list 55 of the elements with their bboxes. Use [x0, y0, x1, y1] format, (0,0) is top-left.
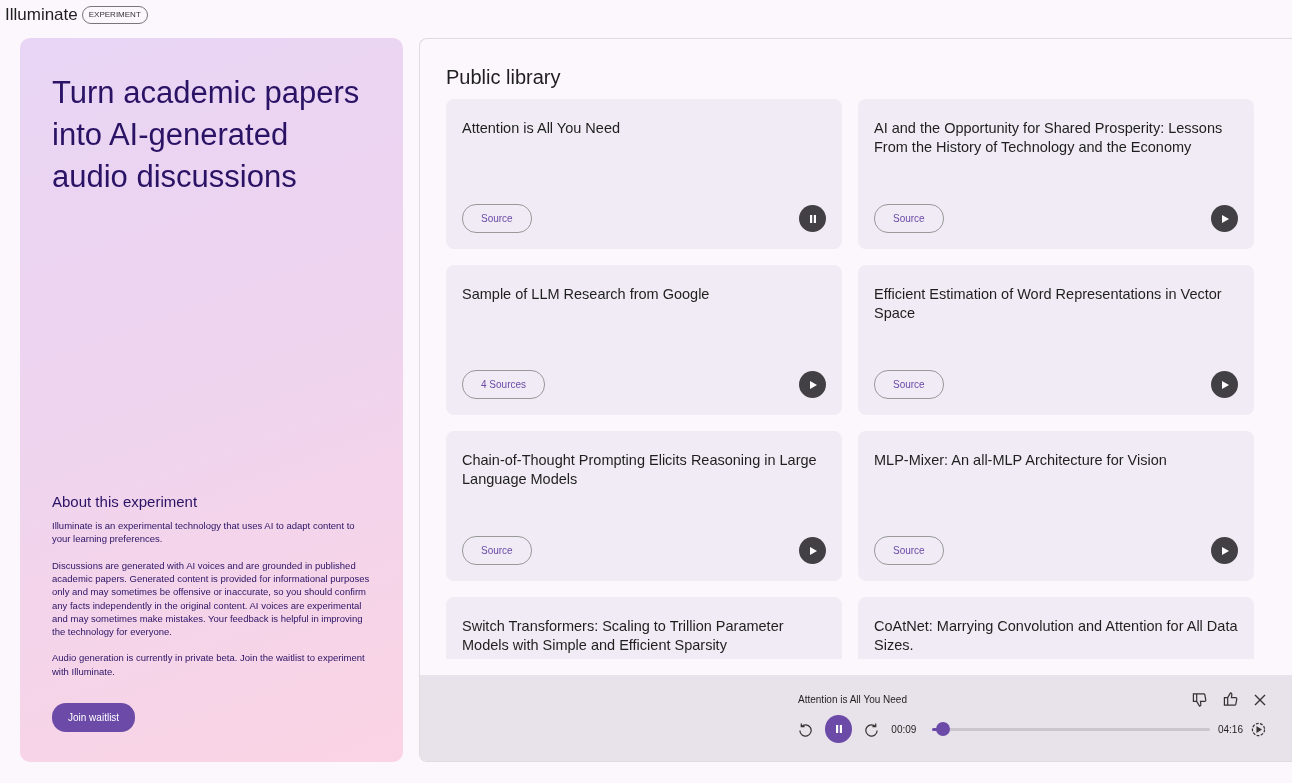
play-icon: [807, 379, 818, 390]
play-icon: [807, 545, 818, 556]
source-button[interactable]: Source: [462, 204, 532, 233]
play-button[interactable]: [1211, 371, 1238, 398]
rewind-icon[interactable]: [798, 721, 813, 737]
about-paragraph: Audio generation is currently in private beta. Join the waitlist to experiment with Illuminate.: [52, 651, 366, 678]
card-title: Switch Transformers: Scaling to Trillion Parameter Models with Simple and Efficient Sparsity: [462, 617, 785, 655]
paper-card[interactable]: Attention is All You Need Source: [446, 99, 842, 249]
slider-thumb[interactable]: [936, 722, 951, 736]
headline: Turn academic papers into AI-generated audio discussions: [52, 74, 361, 196]
card-title: CoAtNet: Marrying Convolution and Attention for All Data Sizes.: [874, 617, 1238, 655]
pause-button[interactable]: [825, 715, 853, 743]
paper-card[interactable]: Sample of LLM Research from Google 4 Sources: [446, 265, 842, 415]
play-button[interactable]: [1211, 537, 1238, 564]
pause-icon: [833, 724, 844, 734]
elapsed-time: 00:09: [891, 722, 917, 737]
join-waitlist-button[interactable]: Join waitlist: [52, 703, 136, 732]
play-button[interactable]: [1211, 205, 1238, 232]
play-button[interactable]: [799, 537, 826, 564]
card-title: Attention is All You Need: [462, 119, 621, 138]
pause-button[interactable]: [799, 205, 826, 232]
close-icon[interactable]: [1254, 693, 1266, 706]
play-icon: [1219, 545, 1230, 556]
about-paragraph: Discussions are generated with AI voices and are grounded in published academic papers. Generated content is provided for informational purposes only and may sometimes be offensive or inaccurate, so you should confirm any facts independently in the original content. AI voices are experimental and may sometimes make mistakes. Your feedback is helpful in improving the technology for everyone.: [52, 558, 371, 639]
thumbs-up-icon[interactable]: [1223, 692, 1238, 707]
paper-card[interactable]: MLP-Mixer: An all-MLP Architecture for Vision Source: [858, 431, 1254, 581]
source-button[interactable]: Source: [874, 536, 944, 565]
card-title: AI and the Opportunity for Shared Prosperity: Lessons From the History of Technology and the Economy: [874, 119, 1224, 157]
source-button[interactable]: 4 Sources: [462, 370, 546, 399]
track-title: Attention is All You Need: [798, 693, 907, 707]
card-title: Chain-of-Thought Prompting Elicits Reasoning in Large Language Models: [462, 451, 818, 489]
paper-card[interactable]: CoAtNet: Marrying Convolution and Attention for All Data Sizes.: [858, 597, 1254, 659]
play-icon: [1219, 379, 1230, 390]
about-title: About this experiment: [52, 491, 199, 512]
paper-card[interactable]: Switch Transformers: Scaling to Trillion Parameter Models with Simple and Efficient Sparsity: [446, 597, 842, 659]
section-title: Public library: [445, 65, 562, 89]
app-logo[interactable]: Illuminate: [5, 2, 78, 28]
pause-icon: [807, 213, 818, 224]
source-button[interactable]: Source: [874, 370, 944, 399]
playback-speed-icon[interactable]: [1251, 721, 1266, 737]
thumbs-down-icon[interactable]: [1192, 692, 1207, 707]
paper-card[interactable]: AI and the Opportunity for Shared Prosperity: Lessons From the History of Technology and the Economy Source: [858, 99, 1254, 249]
source-button[interactable]: Source: [874, 204, 944, 233]
source-button[interactable]: Source: [462, 536, 532, 565]
about-paragraph: Illuminate is an experimental technology that uses AI to adapt content to your learning preferences.: [52, 519, 356, 546]
card-title: MLP-Mixer: An all-MLP Architecture for Vision: [874, 451, 1168, 470]
fast-forward-icon[interactable]: [864, 721, 880, 737]
duration-time: 04:16: [1217, 722, 1243, 737]
paper-card[interactable]: Chain-of-Thought Prompting Elicits Reasoning in Large Language Models Source: [446, 431, 842, 581]
play-button[interactable]: [799, 371, 826, 398]
paper-card[interactable]: Efficient Estimation of Word Representations in Vector Space Source: [858, 265, 1254, 415]
progress-slider[interactable]: [932, 722, 1210, 736]
card-title: Efficient Estimation of Word Representations in Vector Space: [874, 285, 1223, 323]
card-title: Sample of LLM Research from Google: [462, 285, 711, 304]
play-icon: [1219, 213, 1230, 224]
